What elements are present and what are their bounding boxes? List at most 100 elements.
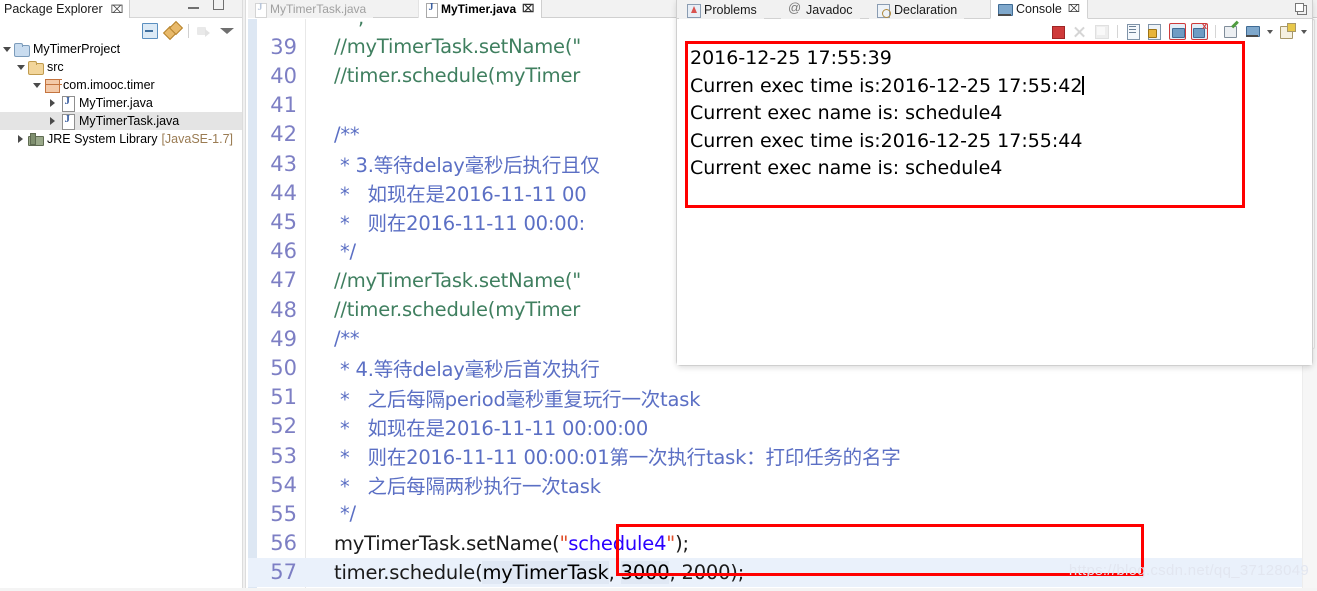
code-line[interactable]: 54 * 之后每隔两秒执行一次task <box>248 470 1317 499</box>
show-console-on-output-icon[interactable] <box>1169 22 1186 40</box>
tab-javadoc[interactable]: Javadoc <box>781 0 860 19</box>
line-number: 54 <box>270 472 297 497</box>
toolbar-divider <box>1215 24 1216 38</box>
vertical-sash[interactable] <box>242 0 246 591</box>
tree-item-src[interactable]: src <box>0 58 242 76</box>
console-tab-label: Javadoc <box>806 2 853 17</box>
console-line: Current exec name is: schedule4 <box>690 155 1242 183</box>
line-number: 46 <box>270 239 297 264</box>
code-line[interactable]: 53 * 则在2016-11-11 00:00:01第一次执行task：打印任务… <box>248 441 1317 470</box>
console-line-text: Curren exec time is:2016-12-25 17:55:44 <box>690 129 1083 152</box>
code-token: /** <box>310 327 360 351</box>
tree-item-label: src <box>47 60 64 74</box>
close-icon[interactable]: ⌧ <box>1068 3 1080 15</box>
code-token: myTimerTask.setName( <box>310 531 560 555</box>
open-console-icon[interactable] <box>1279 22 1296 40</box>
console-line: Curren exec time is:2016-12-25 17:55:42 <box>690 73 1242 101</box>
maximize-icon[interactable] <box>213 0 224 10</box>
terminate-icon[interactable] <box>1049 23 1066 40</box>
tree-item-jre-system-library[interactable]: JRE System Library [JavaSE-1.7] <box>0 130 242 148</box>
focus-on-active-task-icon[interactable] <box>196 23 212 39</box>
console-tabstrip: Problems Javadoc Declaration Console ⌧ <box>677 0 1312 19</box>
chevron-right-icon[interactable] <box>46 117 59 125</box>
chevron-down-icon[interactable] <box>30 83 43 88</box>
close-icon[interactable]: ⌧ <box>111 3 124 16</box>
toolbar-divider <box>1117 24 1118 38</box>
link-with-editor-icon[interactable] <box>165 23 181 39</box>
tree-item-mytimertask-java[interactable]: MyTimerTask.java <box>0 112 242 130</box>
code-text: /** <box>310 324 360 353</box>
console-empty-area[interactable] <box>677 210 1312 365</box>
console-view-panel: Problems Javadoc Declaration Console ⌧ <box>676 0 1313 366</box>
line-number: 39 <box>270 34 297 59</box>
line-number: 51 <box>270 385 297 410</box>
code-text: * 3.等待delay毫秒后执行且仅 <box>310 149 600 178</box>
tree-item-label: MyTimerTask.java <box>79 114 180 128</box>
show-console-on-error-icon[interactable] <box>1191 21 1208 40</box>
jre-library-icon <box>27 131 44 147</box>
pin-console-icon[interactable] <box>1223 23 1240 40</box>
console-line-text: Current exec name is: schedule4 <box>690 102 1003 124</box>
line-number: 52 <box>270 414 297 439</box>
console-line: Curren exec time is:2016-12-25 17:55:44 <box>690 128 1242 156</box>
java-project-icon <box>13 41 30 57</box>
minimize-icon[interactable] <box>188 7 199 9</box>
remove-launch-icon[interactable] <box>1071 23 1088 40</box>
code-text: */ <box>310 237 356 266</box>
code-token: //myTimerTask.setName(" <box>310 268 581 292</box>
console-output-text: 2016-12-25 17:55:39 Curren exec time is:2… <box>690 45 1242 183</box>
tab-package-explorer[interactable]: Package Explorer ⌧ <box>0 0 131 18</box>
chevron-down-icon[interactable] <box>1301 28 1308 35</box>
tab-mytimertask-java[interactable]: MyTimerTask.java <box>248 0 374 18</box>
code-text: //timer.schedule(myTimer <box>310 295 580 324</box>
declaration-icon <box>876 3 891 18</box>
java-file-icon <box>255 2 267 18</box>
code-line[interactable]: 51 * 之后每隔period毫秒重复玩行一次task <box>248 383 1317 412</box>
code-token: " <box>666 531 676 555</box>
tree-item-com-imooc-timer[interactable]: com.imooc.timer <box>0 76 242 94</box>
tab-mytimer-java[interactable]: MyTimer.java ⌧ <box>418 0 543 18</box>
clear-console-icon[interactable] <box>1125 23 1142 40</box>
view-menu-icon[interactable] <box>219 23 235 39</box>
code-token: * 4.等待delay毫秒后首次执行 <box>310 358 600 382</box>
code-text: * 如现在是2016-11-11 00:00:00 <box>310 412 648 441</box>
code-token: */ <box>310 239 356 263</box>
tree-item-mytimer-java[interactable]: MyTimer.java <box>0 94 242 112</box>
chevron-down-icon[interactable] <box>14 65 27 70</box>
collapse-all-icon[interactable] <box>142 23 158 39</box>
project-tree[interactable]: MyTimerProject src com.imooc.timer MyTim… <box>0 40 242 148</box>
console-line-text: Current exec name is: schedule4 <box>690 157 1003 179</box>
line-number: 48 <box>270 297 297 322</box>
source-folder-icon <box>27 59 44 75</box>
close-icon[interactable]: ⌧ <box>522 3 534 15</box>
code-line[interactable]: 52 * 如现在是2016-11-11 00:00:00 <box>248 412 1317 441</box>
line-number: 45 <box>270 209 297 234</box>
console-tab-label: Problems <box>704 2 757 17</box>
code-line[interactable]: 55 */ <box>248 499 1317 528</box>
code-text: myTimerTask.setName(" schedule4 "); <box>310 529 689 558</box>
chevron-down-icon[interactable] <box>1267 28 1274 35</box>
code-token: * 之后每隔两秒执行一次task <box>310 475 601 499</box>
code-token: ; <box>310 19 365 29</box>
chevron-right-icon[interactable] <box>46 99 59 107</box>
code-token: * 如现在是2016-11-11 00 <box>310 183 587 207</box>
console-annotation-box[interactable]: 2016-12-25 17:55:39 Curren exec time is:2… <box>685 41 1245 208</box>
tab-console[interactable]: Console ⌧ <box>990 0 1088 19</box>
restore-panel-icon[interactable] <box>1295 3 1307 15</box>
code-text: //myTimerTask.setName(" <box>310 32 581 61</box>
console-toolbar <box>1049 20 1308 42</box>
line-number: 41 <box>270 93 297 118</box>
chevron-down-icon[interactable] <box>0 47 13 52</box>
display-selected-console-icon[interactable] <box>1245 23 1262 40</box>
tree-item-mytimerproject[interactable]: MyTimerProject <box>0 40 242 58</box>
scroll-lock-icon[interactable] <box>1147 23 1164 40</box>
tab-problems[interactable]: Problems <box>679 0 764 19</box>
code-token: * 则在2016-11-11 00:00: <box>310 212 586 236</box>
tab-declaration[interactable]: Declaration <box>869 0 965 19</box>
chevron-right-icon[interactable] <box>14 135 27 143</box>
code-line[interactable]: 56 myTimerTask.setName(" schedule4 "); <box>248 529 1317 558</box>
remove-all-terminated-icon[interactable] <box>1093 23 1110 40</box>
code-text: * 则在2016-11-11 00:00:01第一次执行task：打印任务的名字 <box>310 441 901 470</box>
tree-item-label: com.imooc.timer <box>63 78 155 92</box>
code-token: schedule4 <box>568 531 667 555</box>
